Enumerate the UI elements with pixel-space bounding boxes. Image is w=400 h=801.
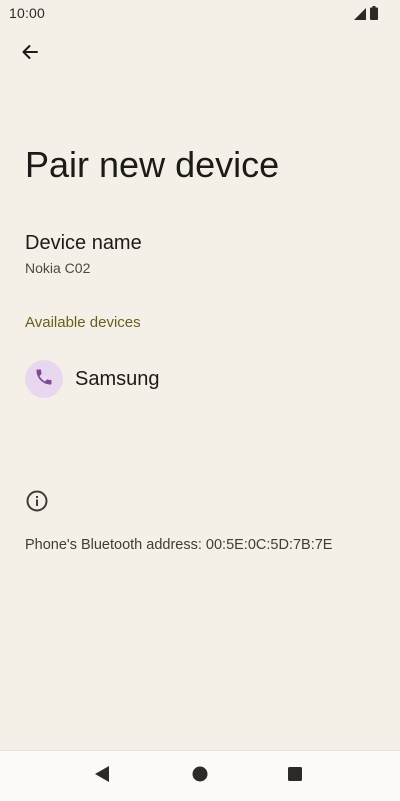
- device-label: Samsung: [75, 368, 160, 390]
- nav-recents-icon: [287, 766, 303, 787]
- status-bar: 10:00: [0, 0, 400, 26]
- navigation-bar: [0, 750, 400, 801]
- nav-home-button[interactable]: [185, 761, 215, 791]
- device-name-value: Nokia C02: [25, 260, 91, 276]
- available-devices-header: Available devices: [25, 314, 141, 331]
- device-name-label: Device name: [25, 232, 142, 254]
- arrow-back-icon: [20, 42, 40, 67]
- page-title: Pair new device: [25, 144, 280, 185]
- signal-icon: [354, 8, 366, 20]
- nav-recents-button[interactable]: [280, 761, 310, 791]
- status-icons: [354, 6, 378, 20]
- battery-icon: [370, 6, 378, 20]
- device-name-setting[interactable]: Device name Nokia C02: [0, 225, 400, 289]
- nav-back-icon: [94, 765, 110, 788]
- device-item-samsung[interactable]: Samsung: [0, 350, 400, 410]
- bluetooth-address: Phone's Bluetooth address: 00:5E:0C:5D:7…: [25, 537, 333, 553]
- back-button[interactable]: [12, 36, 48, 72]
- nav-back-button[interactable]: [87, 761, 117, 791]
- phone-icon: [34, 367, 54, 392]
- status-time: 10:00: [9, 5, 46, 21]
- info-icon: [25, 489, 49, 513]
- nav-home-icon: [192, 766, 208, 787]
- device-avatar: [25, 360, 63, 398]
